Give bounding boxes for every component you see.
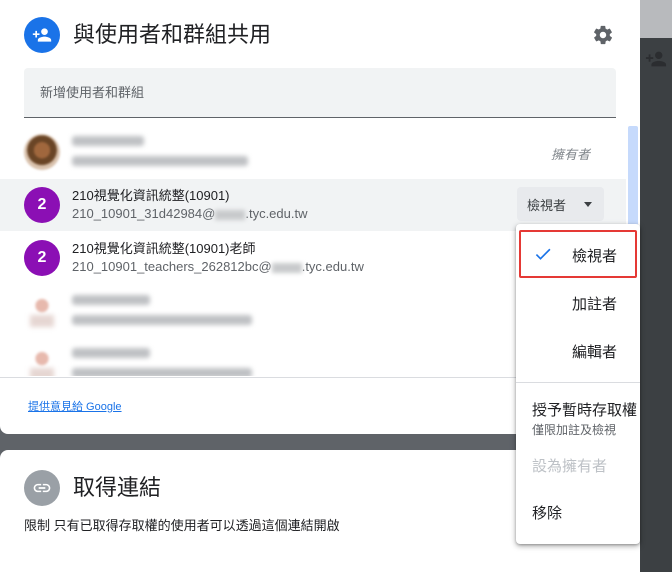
add-people-input[interactable] [24,68,616,117]
menu-item-make-owner: 設為擁有者 [532,458,608,475]
menu-item-label: 加註者 [572,296,618,313]
redacted-domain [215,209,246,220]
menu-item-temporary-access-sub: 僅限加註及檢視 [532,423,617,437]
background-page [640,0,672,572]
role-menu: 檢視者 加註者 編輯者 授予暫時存取權 僅限加註及檢視 設為擁有者 移除 [516,224,640,544]
person-email: 210_10901_teachers_262812bc@ .tyc.edu.tw [72,258,364,276]
menu-item-viewer[interactable]: 檢視者 [519,230,637,278]
avatar [24,346,60,376]
redacted-name [72,348,150,358]
avatar: 2 [24,240,60,276]
link-icon [24,470,60,506]
caret-down-icon [584,202,592,207]
menu-item-label: 檢視者 [572,248,618,265]
menu-item-remove[interactable]: 移除 [532,502,562,523]
dialog-header: 與使用者和群組共用 [24,17,624,53]
dialog-title: 與使用者和群組共用 [73,22,272,47]
link-section-description: 限制 只有已取得存取權的使用者可以透過這個連結開啟 [24,518,340,533]
redacted-name [72,295,150,305]
person-row-owner: 擁有者 [0,126,626,178]
redacted-email [72,368,252,376]
avatar [24,293,60,329]
person-name: 210視覺化資訊統整(10901) [72,188,230,203]
background-person-add-icon [644,48,668,72]
avatar [24,134,60,170]
link-section-title: 取得連結 [73,475,162,500]
gear-icon[interactable] [591,23,615,47]
avatar: 2 [24,187,60,223]
owner-label: 擁有者 [551,147,591,162]
redacted-domain [271,262,302,273]
email-prefix: 210_10901_31d42984@ [72,206,216,221]
email-suffix: .tyc.edu.tw [301,259,364,274]
email-suffix: .tyc.edu.tw [245,206,308,221]
feedback-link[interactable]: 提供意見給 Google [28,398,122,414]
redacted-email [72,315,252,325]
person-email: 210_10901_31d42984@ .tyc.edu.tw [72,205,307,223]
menu-item-editor[interactable]: 編輯者 [516,326,640,374]
background-toolbar [640,0,672,38]
person-name: 210視覺化資訊統整(10901)老師 [72,241,256,256]
add-people-field[interactable] [24,68,616,118]
role-dropdown-button[interactable]: 檢視者 [517,187,604,221]
menu-divider [516,382,640,383]
email-prefix: 210_10901_teachers_262812bc@ [72,259,272,274]
redacted-email [72,156,248,166]
person-add-icon [24,17,60,53]
role-label: 檢視者 [527,197,567,213]
checkmark-icon [535,248,551,260]
menu-item-label: 編輯者 [572,344,618,361]
redacted-name [72,136,144,146]
menu-item-commenter[interactable]: 加註者 [516,278,640,326]
menu-item-temporary-access[interactable]: 授予暫時存取權 [532,399,637,420]
